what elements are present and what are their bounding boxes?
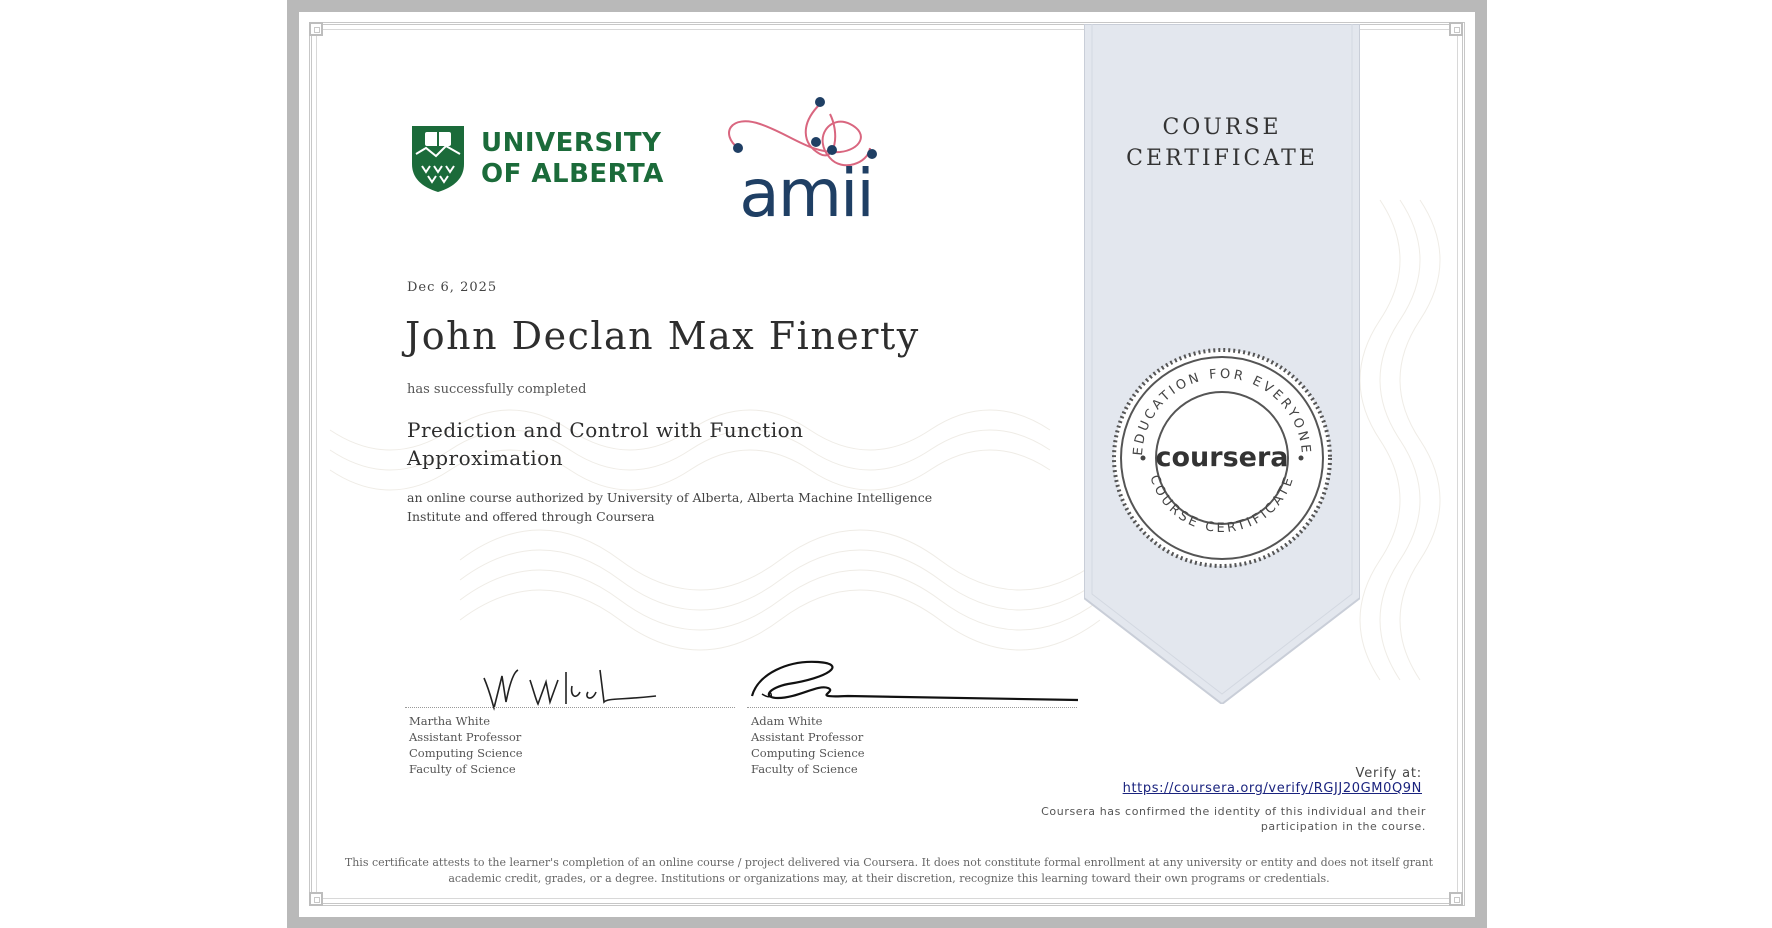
signer-faculty: Faculty of Science (751, 762, 858, 776)
signer-name: Martha White (409, 714, 490, 728)
frame-corner-ornament (1449, 22, 1463, 36)
amii-wordmark: amii (739, 155, 872, 222)
course-description: an online course authorized by Universit… (407, 490, 933, 524)
amii-logo: amii (728, 97, 877, 222)
ua-wordmark-line1: UNIVERSITY (481, 128, 662, 158)
verify-link[interactable]: https://coursera.org/verify/RGJJ20GM0Q9N (1123, 781, 1422, 796)
signer-block-1: Martha White Assistant Professor Computi… (409, 713, 523, 777)
completion-statement: has successfully completed (407, 382, 587, 397)
frame-corner-ornament (309, 22, 323, 36)
signer-faculty: Faculty of Science (409, 762, 516, 776)
signer-title: Assistant Professor (751, 730, 864, 744)
signature-line (747, 707, 1077, 708)
course-title: Prediction and Control with Function App… (407, 418, 804, 470)
frame-corner-ornament (1449, 892, 1463, 906)
signature-line (405, 707, 735, 708)
signature-martha-white (483, 669, 657, 711)
ua-wordmark-line2: OF ALBERTA (481, 159, 664, 189)
signer-name: Adam White (751, 714, 823, 728)
university-of-alberta-wordmark: UNIVERSITY OF ALBERTA (481, 128, 664, 190)
certificate-disclaimer: This certificate attests to the learner'… (344, 856, 1434, 885)
signer-title: Assistant Professor (409, 730, 522, 744)
recipient-name: John Declan Max Finerty (405, 314, 920, 358)
seal-brand: coursera (1155, 442, 1288, 473)
issue-date: Dec 6, 2025 (407, 280, 498, 295)
signer-block-2: Adam White Assistant Professor Computing… (751, 713, 865, 777)
ribbon-title-line2: CERTIFICATE (1126, 146, 1318, 171)
signer-department: Computing Science (751, 746, 865, 760)
identity-note: Coursera has confirmed the identity of t… (1041, 805, 1426, 833)
signature-adam-white (750, 660, 1079, 702)
frame-corner-ornament (309, 892, 323, 906)
ribbon-title: COURSE CERTIFICATE (1084, 112, 1360, 174)
ribbon-title-line1: COURSE (1162, 115, 1282, 140)
coursera-seal: EDUCATION FOR EVERYONE COURSE CERTIFICAT… (1112, 348, 1332, 568)
signer-department: Computing Science (409, 746, 523, 760)
verify-label: Verify at: (1355, 766, 1422, 781)
